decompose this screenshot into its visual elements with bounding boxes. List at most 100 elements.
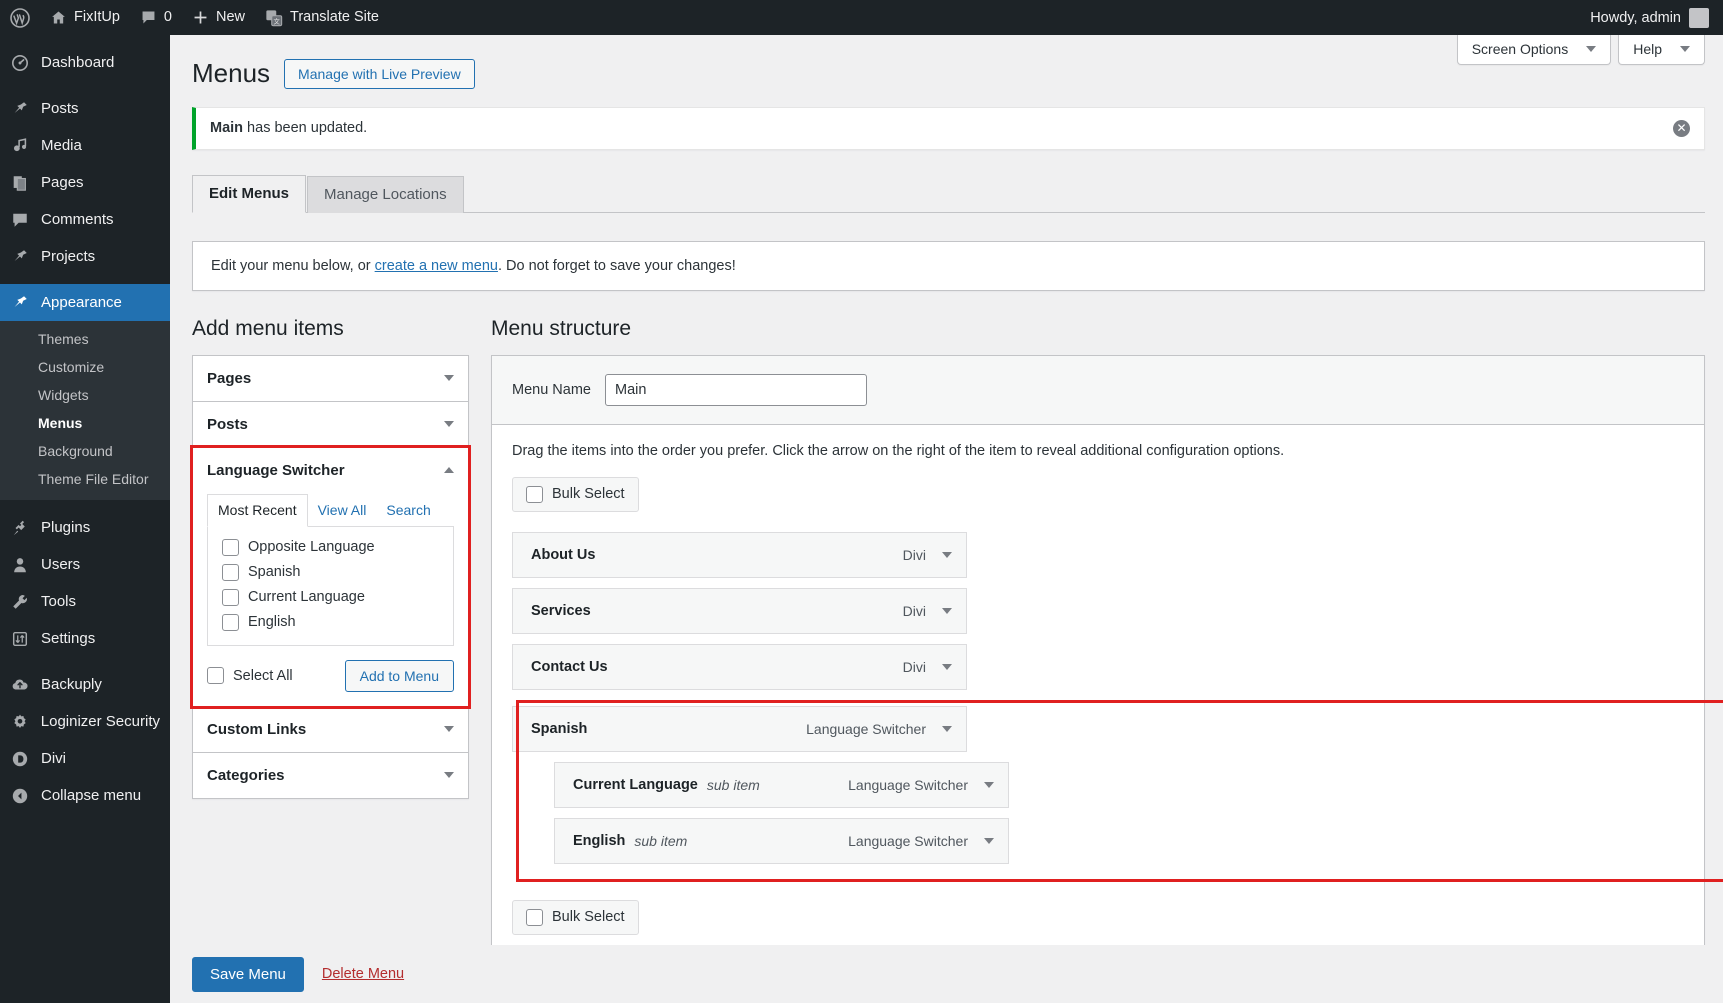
backup-cloud-icon (9, 676, 31, 694)
divi-icon (9, 750, 31, 768)
chevron-down-icon[interactable] (984, 781, 994, 788)
checkbox-input[interactable] (222, 613, 239, 631)
tab-edit-menus[interactable]: Edit Menus (192, 174, 307, 213)
comments-menu[interactable]: 0 (130, 0, 182, 35)
users-icon (9, 556, 31, 574)
menu-item-row[interactable]: Services Divi (512, 587, 967, 634)
site-name-menu[interactable]: FixItUp (40, 0, 130, 35)
sidebar-item-theme-file-editor[interactable]: Theme File Editor (0, 465, 170, 493)
accordion-header-posts[interactable]: Posts (193, 402, 468, 447)
appearance-submenu: Themes Customize Widgets Menus Backgroun… (0, 321, 170, 500)
menu-item-row[interactable]: English sub item Language Switcher (554, 817, 1009, 864)
checkbox-input[interactable] (526, 908, 543, 926)
translate-label: Translate Site (290, 9, 379, 26)
add-to-menu-button[interactable]: Add to Menu (344, 659, 454, 692)
sidebar-item-users[interactable]: Users (0, 546, 170, 583)
checkbox-input[interactable] (222, 538, 239, 556)
bulk-select-bottom-button[interactable]: Bulk Select (512, 899, 639, 935)
wordpress-logo-menu[interactable] (0, 0, 40, 35)
sidebar-item-loginizer-security[interactable]: Loginizer Security (0, 703, 170, 740)
sidebar-label: Dashboard (41, 54, 115, 71)
sidebar-item-customize[interactable]: Customize (0, 353, 170, 381)
bulk-select-top-button[interactable]: Bulk Select (512, 476, 639, 512)
accordion-header-custom-links[interactable]: Custom Links (193, 707, 468, 752)
screen-meta-links: Screen Options Help (1450, 35, 1705, 65)
accordion-header-language-switcher[interactable]: Language Switcher (193, 448, 468, 493)
menu-item-row[interactable]: Current Language sub item Language Switc… (554, 761, 1009, 808)
menu-item-sub-label: sub item (706, 776, 760, 793)
menu-item-row[interactable]: About Us Divi (512, 531, 967, 578)
add-menu-items-column: Add menu items Pages Posts Language Swit… (190, 317, 471, 799)
home-icon (50, 9, 67, 26)
delete-menu-link[interactable]: Delete Menu (322, 966, 404, 982)
sidebar-item-settings[interactable]: Settings (0, 620, 170, 657)
tab-manage-locations[interactable]: Manage Locations (307, 175, 464, 213)
my-account-menu[interactable]: Howdy, admin (1590, 7, 1723, 28)
wordpress-logo-icon (10, 7, 30, 28)
bulk-select-label: Bulk Select (552, 909, 625, 926)
chevron-down-icon (1680, 46, 1690, 52)
manage-with-live-preview-button[interactable]: Manage with Live Preview (284, 58, 475, 89)
new-label: New (216, 9, 246, 26)
checkbox-input[interactable] (222, 588, 239, 606)
menu-item-title: Contact Us (531, 658, 608, 675)
sidebar-item-widgets[interactable]: Widgets (0, 381, 170, 409)
sidebar-item-comments[interactable]: Comments (0, 201, 170, 238)
sidebar-label: Pages (41, 174, 84, 191)
settings-icon (9, 630, 31, 648)
create-a-new-menu-link[interactable]: create a new menu (375, 258, 498, 274)
translate-site-menu[interactable]: 文 Translate Site (255, 0, 389, 35)
select-all-checkbox-row[interactable]: Select All (207, 667, 293, 685)
sidebar-item-background[interactable]: Background (0, 437, 170, 465)
checkbox-row-current-language[interactable]: Current Language (222, 588, 441, 606)
sidebar-item-appearance[interactable]: Appearance (0, 284, 170, 321)
sidebar-item-divi[interactable]: Divi (0, 740, 170, 777)
sidebar-item-themes[interactable]: Themes (0, 325, 170, 353)
screen-options-button[interactable]: Screen Options (1456, 35, 1612, 65)
menu-name-input[interactable] (604, 373, 867, 406)
bulk-select-label: Bulk Select (552, 486, 625, 503)
menu-item-row[interactable]: Contact Us Divi (512, 643, 967, 690)
checkbox-row-english[interactable]: English (222, 613, 441, 631)
close-icon[interactable]: ✕ (1673, 119, 1690, 137)
accordion-header-categories[interactable]: Categories (193, 753, 468, 798)
checkbox-input[interactable] (207, 667, 224, 685)
tab-view-all[interactable]: View All (308, 495, 377, 526)
sidebar-item-pages[interactable]: Pages (0, 164, 170, 201)
collapse-arrow-icon (9, 787, 31, 805)
screen-options-label: Screen Options (1471, 41, 1569, 57)
accordion-label: Categories (207, 766, 285, 784)
sidebar-item-posts[interactable]: Posts (0, 90, 170, 127)
menu-item-row[interactable]: Spanish Language Switcher (512, 705, 967, 752)
checkbox-row-opposite-language[interactable]: Opposite Language (222, 538, 441, 556)
language-switcher-actions: Select All Add to Menu (207, 646, 454, 692)
chevron-down-icon[interactable] (942, 607, 952, 614)
menu-item-title: About Us (531, 546, 596, 563)
menu-item-sub-label: sub item (634, 832, 688, 849)
sidebar-item-tools[interactable]: Tools (0, 583, 170, 620)
sidebar-item-media[interactable]: Media (0, 127, 170, 164)
save-menu-button[interactable]: Save Menu (192, 956, 304, 992)
sidebar-item-projects[interactable]: Projects (0, 238, 170, 275)
chevron-down-icon[interactable] (942, 551, 952, 558)
checkbox-input[interactable] (222, 563, 239, 581)
accordion-panel-custom-links: Custom Links (193, 705, 468, 752)
tab-search[interactable]: Search (376, 495, 440, 526)
chevron-down-icon[interactable] (942, 725, 952, 732)
sidebar-item-menus[interactable]: Menus (0, 409, 170, 437)
menu-structure-heading: Menu structure (491, 316, 632, 340)
accordion-header-pages[interactable]: Pages (193, 356, 468, 401)
checkbox-row-spanish[interactable]: Spanish (222, 563, 441, 581)
sidebar-item-dashboard[interactable]: Dashboard (0, 44, 170, 81)
help-button[interactable]: Help (1618, 35, 1705, 65)
checkbox-input[interactable] (526, 485, 543, 503)
sidebar-item-plugins[interactable]: Plugins (0, 509, 170, 546)
sidebar-item-backuply[interactable]: Backuply (0, 666, 170, 703)
tab-most-recent[interactable]: Most Recent (207, 493, 308, 527)
chevron-down-icon[interactable] (942, 663, 952, 670)
new-content-menu[interactable]: New (182, 0, 255, 35)
sidebar-item-collapse-menu[interactable]: Collapse menu (0, 777, 170, 814)
chevron-down-icon[interactable] (984, 837, 994, 844)
sidebar-label: Appearance (41, 294, 122, 311)
